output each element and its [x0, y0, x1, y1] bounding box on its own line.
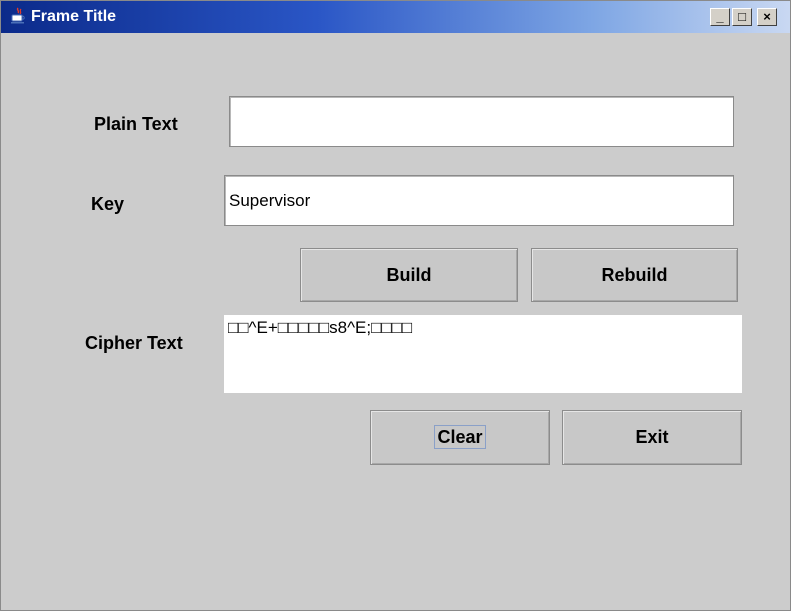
window-title: Frame Title	[31, 8, 117, 25]
key-label: Key	[91, 194, 125, 214]
application-window: Frame Title _ □ × Plain Text Key Supervi…	[0, 0, 791, 611]
java-cup-icon	[11, 7, 25, 24]
plain-text-label: Plain Text	[94, 114, 178, 134]
plain-text-input[interactable]	[229, 96, 734, 147]
cipher-text-label: Cipher Text	[85, 333, 183, 353]
key-input[interactable]: Supervisor	[224, 175, 734, 226]
close-icon: ×	[763, 9, 771, 24]
minimize-button[interactable]: _	[710, 8, 730, 26]
build-button[interactable]: Build	[300, 248, 518, 302]
close-button[interactable]: ×	[757, 8, 777, 26]
maximize-button[interactable]: □	[732, 8, 752, 26]
cipher-text-area[interactable]: □□^E+□□□□□s8^E;□□□□	[224, 315, 742, 393]
clear-button[interactable]: Clear	[370, 410, 550, 465]
clear-button-label: Clear	[434, 425, 486, 449]
maximize-icon: □	[738, 9, 746, 24]
rebuild-button[interactable]: Rebuild	[531, 248, 738, 302]
minimize-icon: _	[716, 9, 724, 24]
exit-button[interactable]: Exit	[562, 410, 742, 465]
title-bar[interactable]: Frame Title _ □ ×	[1, 1, 790, 33]
